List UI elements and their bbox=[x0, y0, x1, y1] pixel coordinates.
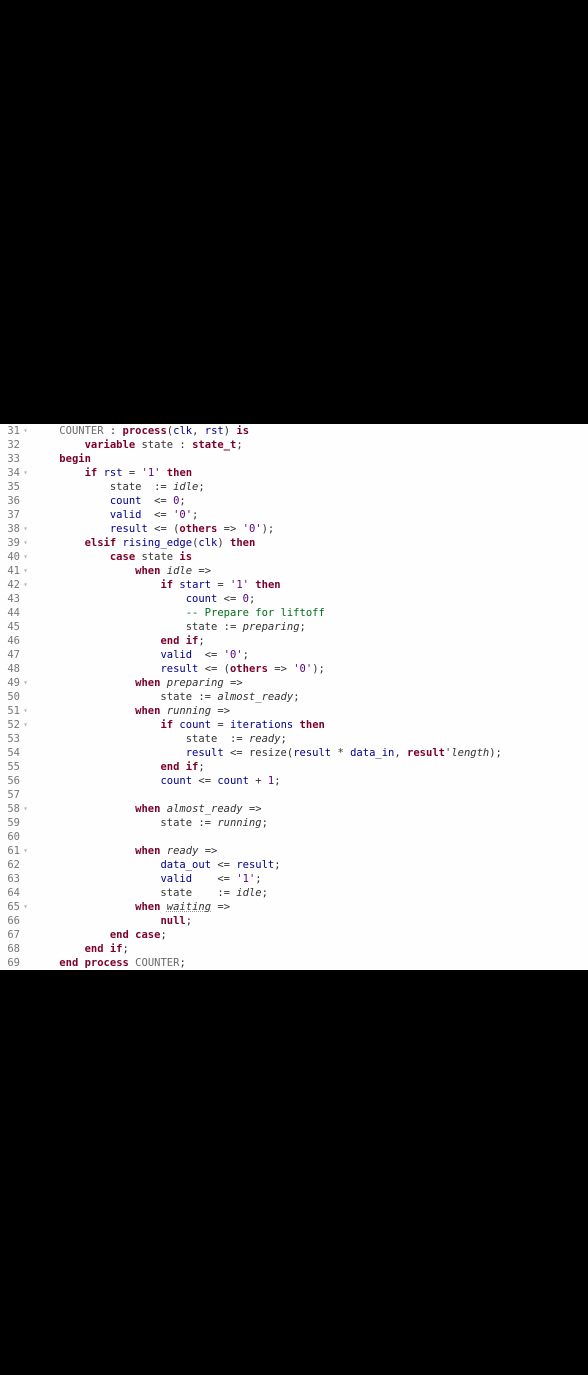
code-line[interactable]: when idle => bbox=[34, 564, 588, 578]
line-number: 55 bbox=[0, 760, 20, 774]
code-line[interactable]: valid <= '0'; bbox=[34, 648, 588, 662]
line-number: 32 bbox=[0, 438, 20, 452]
code-line[interactable]: null; bbox=[34, 914, 588, 928]
line-number: 53 bbox=[0, 732, 20, 746]
code-line[interactable]: begin bbox=[34, 452, 588, 466]
code-line[interactable]: -- Prepare for liftoff bbox=[34, 606, 588, 620]
code-line[interactable]: if count = iterations then bbox=[34, 718, 588, 732]
fold-icon[interactable]: ▾ bbox=[21, 469, 28, 476]
code-editor[interactable]: 31▾323334▾35363738▾39▾40▾41▾42▾434445464… bbox=[0, 424, 588, 970]
line-number: 49▾ bbox=[0, 676, 20, 690]
code-line[interactable]: if rst = '1' then bbox=[34, 466, 588, 480]
code-line[interactable]: when almost_ready => bbox=[34, 802, 588, 816]
code-line[interactable]: result <= (others => '0'); bbox=[34, 522, 588, 536]
line-number: 68 bbox=[0, 942, 20, 956]
code-line[interactable]: count <= 0; bbox=[34, 592, 588, 606]
line-number: 62 bbox=[0, 858, 20, 872]
line-number: 52▾ bbox=[0, 718, 20, 732]
fold-icon[interactable]: ▾ bbox=[21, 721, 28, 728]
code-line[interactable]: state := idle; bbox=[34, 886, 588, 900]
code-line[interactable]: end if; bbox=[34, 942, 588, 956]
code-line[interactable]: end if; bbox=[34, 760, 588, 774]
code-line[interactable]: state := preparing; bbox=[34, 620, 588, 634]
line-number: 65▾ bbox=[0, 900, 20, 914]
line-number: 38▾ bbox=[0, 522, 20, 536]
code-line[interactable]: end case; bbox=[34, 928, 588, 942]
line-number: 67 bbox=[0, 928, 20, 942]
line-number: 41▾ bbox=[0, 564, 20, 578]
code-line[interactable]: elsif rising_edge(clk) then bbox=[34, 536, 588, 550]
fold-icon[interactable]: ▾ bbox=[21, 553, 28, 560]
fold-icon[interactable]: ▾ bbox=[21, 679, 28, 686]
line-number: 69 bbox=[0, 956, 20, 970]
fold-icon[interactable]: ▾ bbox=[21, 805, 28, 812]
code-line[interactable]: state := running; bbox=[34, 816, 588, 830]
line-number: 39▾ bbox=[0, 536, 20, 550]
code-line[interactable] bbox=[34, 788, 588, 802]
code-line[interactable]: if start = '1' then bbox=[34, 578, 588, 592]
line-number: 48 bbox=[0, 662, 20, 676]
code-area[interactable]: COUNTER : process(clk, rst) is variable … bbox=[22, 424, 588, 970]
code-line[interactable]: data_out <= result; bbox=[34, 858, 588, 872]
fold-icon[interactable]: ▾ bbox=[21, 903, 28, 910]
line-number: 63 bbox=[0, 872, 20, 886]
line-number: 42▾ bbox=[0, 578, 20, 592]
line-number: 37 bbox=[0, 508, 20, 522]
line-number: 31▾ bbox=[0, 424, 20, 438]
code-line[interactable] bbox=[34, 830, 588, 844]
line-number: 50 bbox=[0, 690, 20, 704]
line-number: 66 bbox=[0, 914, 20, 928]
fold-icon[interactable]: ▾ bbox=[21, 567, 28, 574]
fold-icon[interactable]: ▾ bbox=[21, 427, 28, 434]
line-number-gutter: 31▾323334▾35363738▾39▾40▾41▾42▾434445464… bbox=[0, 424, 22, 970]
line-number: 58▾ bbox=[0, 802, 20, 816]
fold-icon[interactable]: ▾ bbox=[21, 525, 28, 532]
line-number: 46 bbox=[0, 634, 20, 648]
line-number: 56 bbox=[0, 774, 20, 788]
code-line[interactable]: valid <= '1'; bbox=[34, 872, 588, 886]
line-number: 47 bbox=[0, 648, 20, 662]
code-line[interactable]: case state is bbox=[34, 550, 588, 564]
code-line[interactable]: variable state : state_t; bbox=[34, 438, 588, 452]
code-line[interactable]: COUNTER : process(clk, rst) is bbox=[34, 424, 588, 438]
line-number: 64 bbox=[0, 886, 20, 900]
code-line[interactable]: when preparing => bbox=[34, 676, 588, 690]
line-number: 51▾ bbox=[0, 704, 20, 718]
line-number: 45 bbox=[0, 620, 20, 634]
fold-icon[interactable]: ▾ bbox=[21, 847, 28, 854]
code-line[interactable]: when waiting => bbox=[34, 900, 588, 914]
code-line[interactable]: state := almost_ready; bbox=[34, 690, 588, 704]
line-number: 44 bbox=[0, 606, 20, 620]
line-number: 40▾ bbox=[0, 550, 20, 564]
fold-icon[interactable]: ▾ bbox=[21, 707, 28, 714]
code-line[interactable]: end if; bbox=[34, 634, 588, 648]
code-line[interactable]: end process COUNTER; bbox=[34, 956, 588, 970]
code-line[interactable]: state := ready; bbox=[34, 732, 588, 746]
line-number: 57 bbox=[0, 788, 20, 802]
line-number: 43 bbox=[0, 592, 20, 606]
line-number: 34▾ bbox=[0, 466, 20, 480]
code-line[interactable]: valid <= '0'; bbox=[34, 508, 588, 522]
line-number: 60 bbox=[0, 830, 20, 844]
code-line[interactable]: state := idle; bbox=[34, 480, 588, 494]
line-number: 59 bbox=[0, 816, 20, 830]
code-line[interactable]: when running => bbox=[34, 704, 588, 718]
code-line[interactable]: count <= count + 1; bbox=[34, 774, 588, 788]
line-number: 33 bbox=[0, 452, 20, 466]
code-line[interactable]: count <= 0; bbox=[34, 494, 588, 508]
code-line[interactable]: result <= resize(result * data_in, resul… bbox=[34, 746, 588, 760]
code-line[interactable]: when ready => bbox=[34, 844, 588, 858]
line-number: 54 bbox=[0, 746, 20, 760]
line-number: 61▾ bbox=[0, 844, 20, 858]
fold-icon[interactable]: ▾ bbox=[21, 539, 28, 546]
fold-icon[interactable]: ▾ bbox=[21, 581, 28, 588]
line-number: 36 bbox=[0, 494, 20, 508]
code-line[interactable]: result <= (others => '0'); bbox=[34, 662, 588, 676]
line-number: 35 bbox=[0, 480, 20, 494]
